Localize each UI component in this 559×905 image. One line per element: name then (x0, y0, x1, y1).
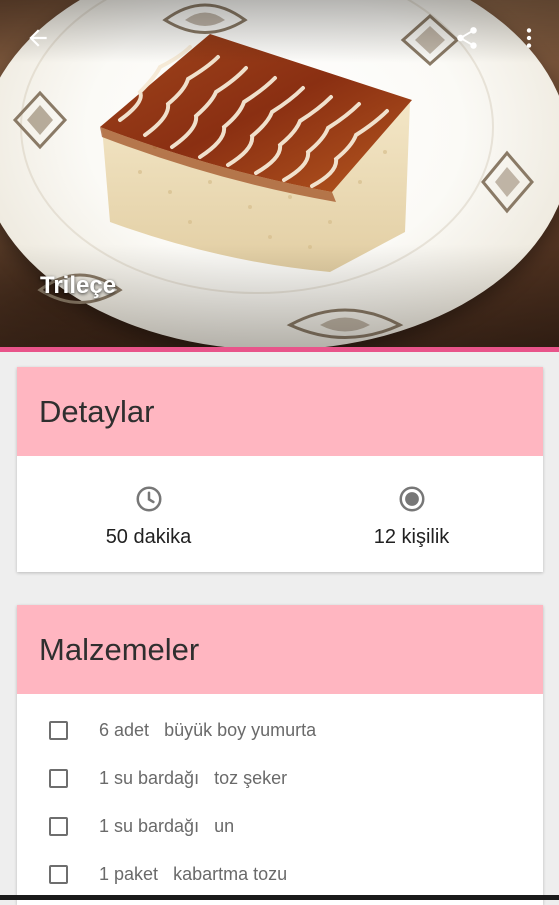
ingredient-name: un (214, 815, 235, 836)
back-button[interactable] (14, 14, 62, 62)
ingredients-card-title: Malzemeler (17, 605, 543, 694)
ingredient-name: büyük boy yumurta (164, 719, 317, 740)
ingredient-amount: 1 su bardağı (99, 767, 200, 788)
recipe-title: Trileçe (40, 272, 117, 299)
ingredient-checkbox[interactable] (49, 816, 68, 836)
cooking-time: 50 dakika (17, 456, 280, 572)
bottom-edge (0, 895, 559, 900)
ingredient-amount: 1 su bardağı (99, 815, 200, 836)
ingredient-name: toz şeker (214, 767, 288, 788)
ingredient-checkbox[interactable] (49, 864, 68, 884)
clock-icon (136, 486, 161, 512)
ingredient-checkbox[interactable] (49, 768, 68, 788)
ingredient-row[interactable]: 1 paket kabartma tozu (17, 850, 543, 898)
more-vert-icon (526, 28, 532, 48)
ingredient-name: kabartma tozu (173, 863, 288, 884)
arrow-back-icon (29, 29, 47, 47)
details-card-title: Detaylar (17, 367, 543, 456)
share-icon (457, 27, 477, 49)
accent-divider (0, 347, 559, 352)
more-options-button[interactable] (505, 14, 553, 62)
share-button[interactable] (443, 14, 491, 62)
servings-value: 12 kişilik (373, 526, 450, 548)
ingredient-row[interactable]: 1 su bardağı un (17, 802, 543, 850)
ingredient-amount: 6 adet (99, 719, 150, 740)
ingredient-amount: 1 paket (99, 863, 159, 884)
ingredient-checkbox[interactable] (49, 720, 68, 740)
details-card: Detaylar 50 dakika 12 kişilik (17, 367, 543, 572)
servings: 12 kişilik (280, 456, 543, 572)
ingredients-card: Malzemeler 6 adet büyük boy yumurta 1 su… (17, 605, 543, 905)
ingredient-row[interactable]: 6 adet büyük boy yumurta (17, 706, 543, 754)
recipe-hero-image: Trileçe (0, 0, 559, 349)
ingredient-row[interactable]: 1 su bardağı toz şeker (17, 754, 543, 802)
radio-icon (399, 486, 424, 512)
cooking-time-value: 50 dakika (105, 526, 192, 548)
